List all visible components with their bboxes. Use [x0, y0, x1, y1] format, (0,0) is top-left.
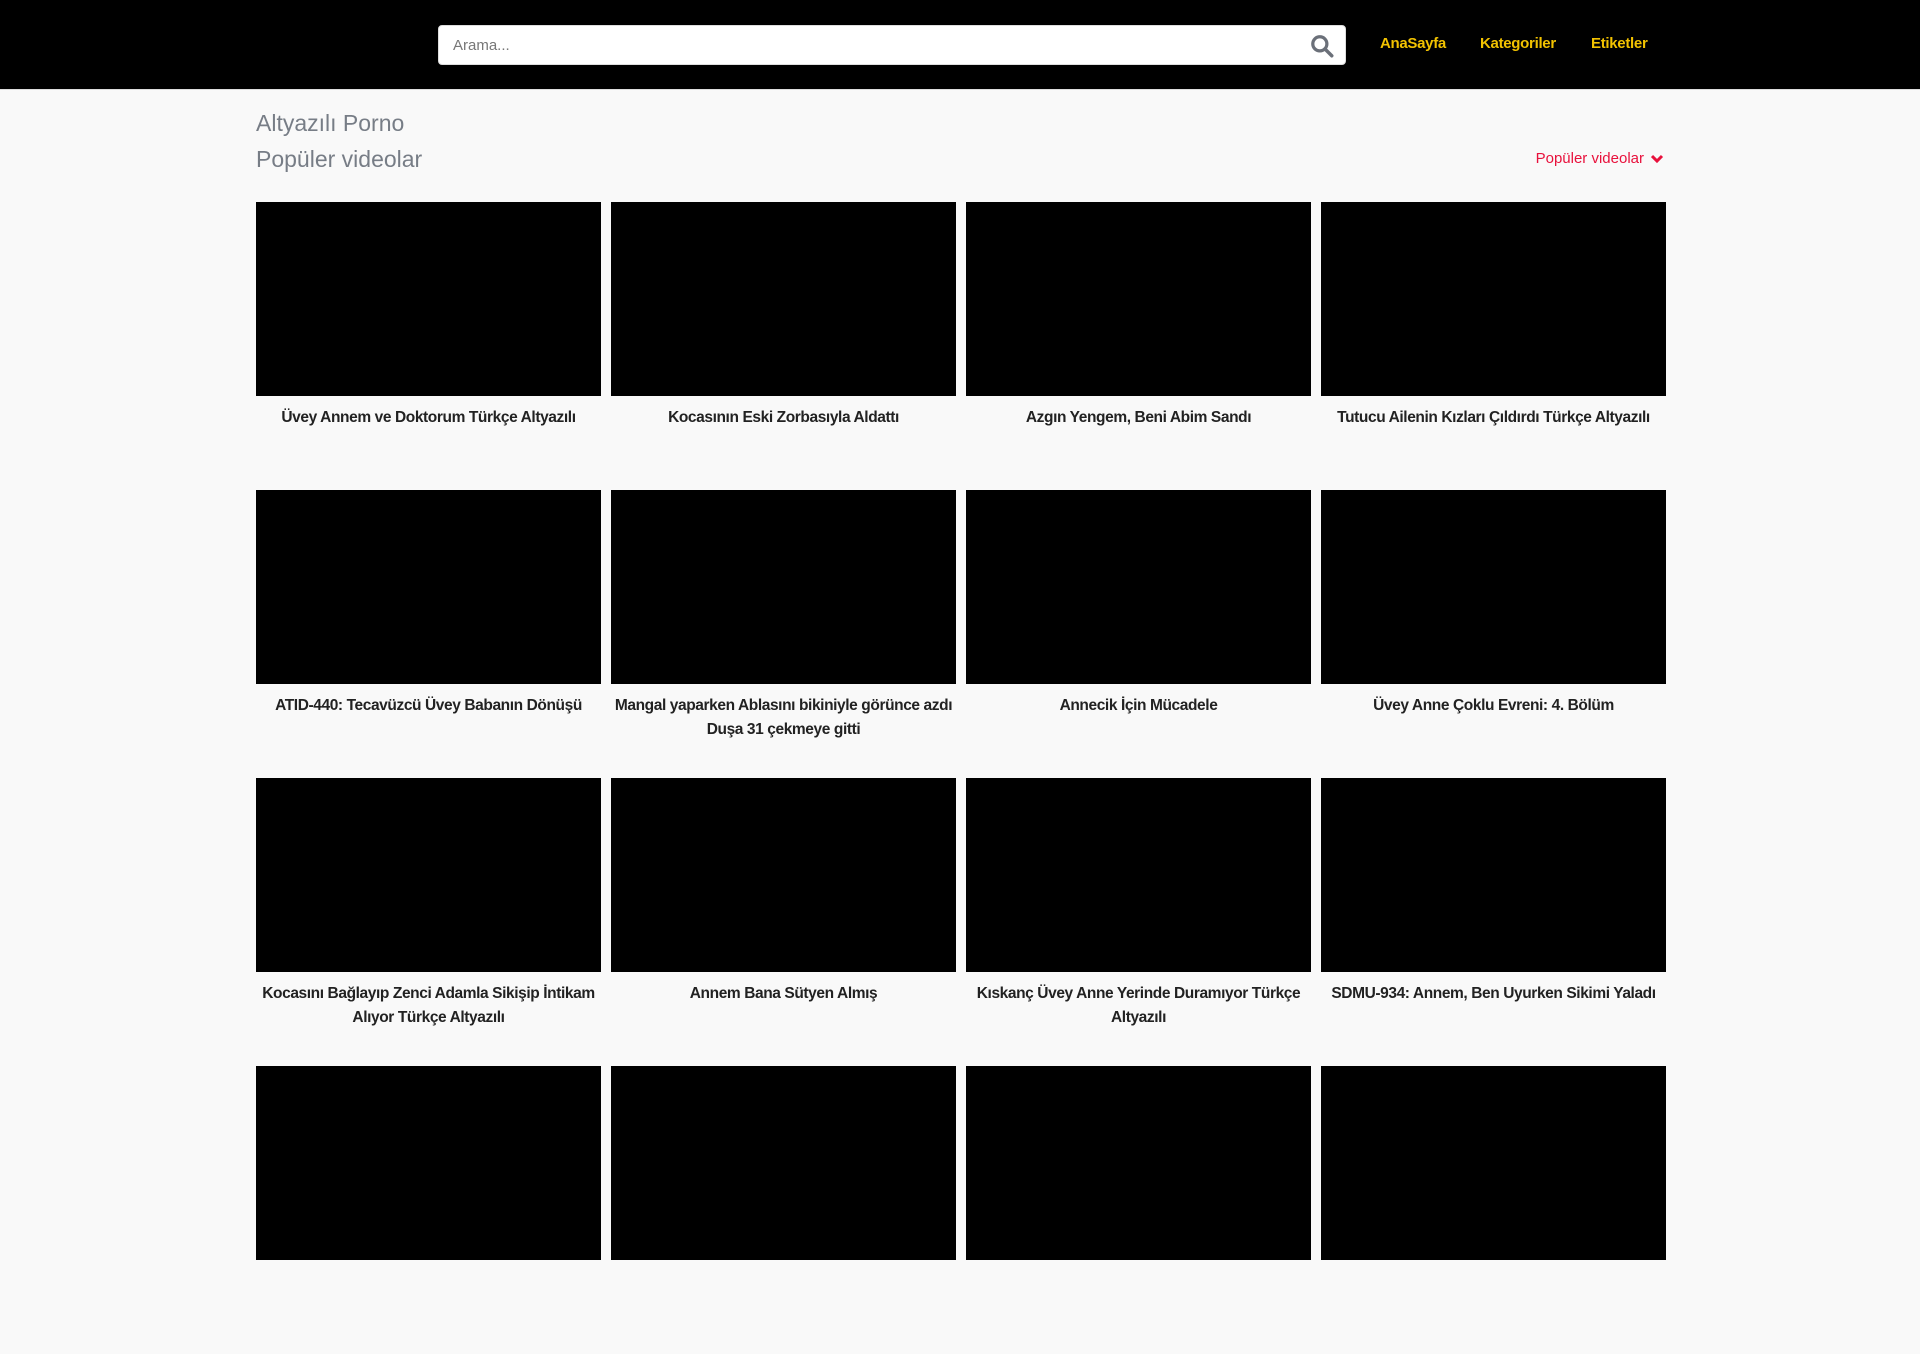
video-card[interactable]: Kocasının Eski Zorbasıyla Aldattı: [611, 202, 956, 490]
video-thumbnail[interactable]: [966, 202, 1311, 396]
sort-label: Popüler videolar: [1535, 150, 1644, 167]
video-thumbnail[interactable]: [1321, 490, 1666, 684]
video-card[interactable]: [611, 1066, 956, 1354]
video-title[interactable]: ATID-440: Tecavüzcü Üvey Babanın Dönüşü: [256, 694, 601, 718]
section-title: Popüler videolar: [256, 146, 423, 172]
video-thumbnail[interactable]: [1321, 778, 1666, 972]
nav-tags[interactable]: Etiketler: [1591, 35, 1648, 52]
video-card[interactable]: SDMU-934: Annem, Ben Uyurken Sikimi Yala…: [1321, 778, 1666, 1066]
video-title[interactable]: Kocasını Bağlayıp Zenci Adamla Sikişip İ…: [256, 982, 601, 1030]
video-title[interactable]: Üvey Anne Çoklu Evreni: 4. Bölüm: [1321, 694, 1666, 718]
video-thumbnail[interactable]: [256, 490, 601, 684]
video-card[interactable]: Üvey Annem ve Doktorum Türkçe Altyazılı: [256, 202, 601, 490]
video-thumbnail[interactable]: [611, 778, 956, 972]
video-card[interactable]: ATID-440: Tecavüzcü Üvey Babanın Dönüşü: [256, 490, 601, 778]
video-grid: Üvey Annem ve Doktorum Türkçe Altyazılı K…: [256, 202, 1666, 1354]
video-thumbnail[interactable]: [1321, 1066, 1666, 1260]
video-card[interactable]: [1321, 1066, 1666, 1354]
video-card[interactable]: Annecik İçin Mücadele: [966, 490, 1311, 778]
video-card[interactable]: Tutucu Ailenin Kızları Çıldırdı Türkçe A…: [1321, 202, 1666, 490]
video-card[interactable]: Kıskanç Üvey Anne Yerinde Duramıyor Türk…: [966, 778, 1311, 1066]
video-thumbnail[interactable]: [611, 202, 956, 396]
video-thumbnail[interactable]: [1321, 202, 1666, 396]
video-card[interactable]: Mangal yaparken Ablasını bikiniyle görün…: [611, 490, 956, 778]
video-title[interactable]: SDMU-934: Annem, Ben Uyurken Sikimi Yala…: [1321, 982, 1666, 1006]
video-title[interactable]: Annem Bana Sütyen Almış: [611, 982, 956, 1006]
video-card[interactable]: Annem Bana Sütyen Almış: [611, 778, 956, 1066]
nav-home[interactable]: AnaSayfa: [1380, 35, 1446, 52]
video-thumbnail[interactable]: [966, 1066, 1311, 1260]
chevron-down-icon: [1650, 154, 1664, 163]
video-thumbnail[interactable]: [256, 202, 601, 396]
video-title[interactable]: Üvey Annem ve Doktorum Türkçe Altyazılı: [256, 406, 601, 430]
top-header: AnaSayfa Kategoriler Etiketler: [0, 0, 1920, 90]
video-title[interactable]: Annecik İçin Mücadele: [966, 694, 1311, 718]
video-title[interactable]: Kıskanç Üvey Anne Yerinde Duramıyor Türk…: [966, 982, 1311, 1030]
video-title[interactable]: Tutucu Ailenin Kızları Çıldırdı Türkçe A…: [1321, 406, 1666, 430]
search-icon[interactable]: [1309, 33, 1335, 59]
video-title[interactable]: Mangal yaparken Ablasını bikiniyle görün…: [611, 694, 956, 742]
video-thumbnail[interactable]: [256, 1066, 601, 1260]
video-card[interactable]: [966, 1066, 1311, 1354]
category-title: Altyazılı Porno: [256, 110, 405, 136]
video-card[interactable]: [256, 1066, 601, 1354]
nav-categories[interactable]: Kategoriler: [1480, 35, 1556, 52]
video-thumbnail[interactable]: [256, 778, 601, 972]
sort-dropdown[interactable]: Popüler videolar: [1536, 150, 1664, 167]
video-thumbnail[interactable]: [611, 490, 956, 684]
search-box: [438, 25, 1346, 65]
video-card[interactable]: Azgın Yengem, Beni Abim Sandı: [966, 202, 1311, 490]
video-thumbnail[interactable]: [966, 490, 1311, 684]
video-title[interactable]: Kocasının Eski Zorbasıyla Aldattı: [611, 406, 956, 430]
video-thumbnail[interactable]: [966, 778, 1311, 972]
video-thumbnail[interactable]: [611, 1066, 956, 1260]
video-card[interactable]: Üvey Anne Çoklu Evreni: 4. Bölüm: [1321, 490, 1666, 778]
video-card[interactable]: Kocasını Bağlayıp Zenci Adamla Sikişip İ…: [256, 778, 601, 1066]
search-input[interactable]: [439, 26, 1279, 64]
video-title[interactable]: Azgın Yengem, Beni Abim Sandı: [966, 406, 1311, 430]
